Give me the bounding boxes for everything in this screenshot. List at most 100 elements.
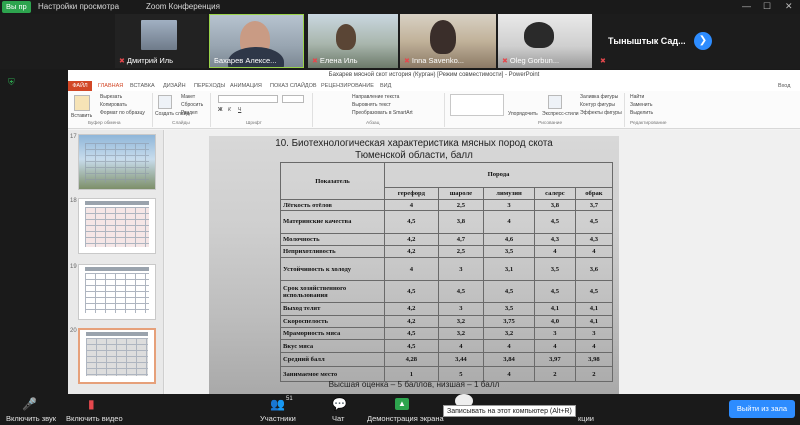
thumbnail-number: 18: [70, 198, 77, 204]
clipboard-group-label: Буфер обмена: [88, 121, 121, 126]
align-text-button[interactable]: Выровнять текст: [352, 102, 391, 108]
minimize-icon[interactable]: —: [742, 0, 751, 13]
cut-button[interactable]: Вырезать: [100, 94, 122, 100]
row-label: Устойчивость к холоду: [280, 257, 385, 281]
find-button[interactable]: Найти: [630, 94, 644, 100]
paste-button[interactable]: Вставить: [71, 113, 92, 119]
row-label: Молочность: [280, 232, 385, 247]
table-cell: 4: [483, 210, 535, 234]
section-button[interactable]: Раздел: [181, 110, 198, 116]
layout-button[interactable]: Макет: [181, 94, 195, 100]
participant-video: [524, 22, 554, 48]
shapes-gallery[interactable]: [450, 94, 504, 116]
quick-styles-icon[interactable]: [548, 95, 562, 109]
slide-thumbnail[interactable]: [78, 198, 156, 254]
maximize-icon[interactable]: ☐: [763, 0, 771, 13]
font-family-select[interactable]: [218, 95, 278, 103]
participant-strip: ✖ Дмитрий Иль Бахарев Алексе... ✖ Елена Ил…: [0, 14, 800, 69]
sharing-indicator[interactable]: Вы пр: [2, 1, 31, 13]
participant-tile[interactable]: Тыныштык Сад... ✖: [596, 14, 708, 68]
tab-insert[interactable]: ВСТАВКА: [130, 82, 155, 90]
tab-transitions[interactable]: ПЕРЕХОДЫ: [194, 82, 225, 90]
font-size-select[interactable]: [282, 95, 304, 103]
table-cell: 4: [384, 257, 439, 281]
underline-icon[interactable]: Ч: [238, 107, 241, 113]
start-video-button[interactable]: Включить видео: [66, 414, 123, 423]
table-body: Лёгкость отёлов 4 2,5 3 3,8 3,7 Материнские ка…: [280, 199, 614, 382]
leave-meeting-button[interactable]: Выйти из зала: [729, 400, 795, 418]
table-cell: 4,5: [384, 326, 439, 341]
text-direction-button[interactable]: Направление текста: [352, 94, 399, 100]
table-row: Устойчивость к холоду 4 3 3,1 3,5 3,6: [280, 257, 614, 281]
table-cell: 4,5: [574, 210, 614, 234]
table-cell: 4,1: [574, 302, 614, 316]
shape-outline-button[interactable]: Контур фигуры: [580, 102, 615, 108]
mic-muted-icon: ✖: [404, 58, 410, 65]
security-shield-icon[interactable]: ⛨: [8, 77, 15, 88]
slide-thumbnail[interactable]: [78, 134, 156, 190]
participant-tile[interactable]: ✖ Дмитрий Иль: [115, 14, 207, 68]
slide-thumbnail[interactable]: [78, 264, 156, 320]
participants-button[interactable]: Участники: [260, 414, 296, 423]
mic-muted-icon: ✖: [119, 58, 125, 65]
next-page-arrow-icon[interactable]: ❯: [694, 32, 712, 50]
table-cell: 4,5: [533, 210, 576, 234]
sign-in-link[interactable]: Вход: [778, 82, 790, 90]
smartart-button[interactable]: Преобразовать в SmartArt: [352, 110, 413, 116]
paste-icon[interactable]: [74, 95, 90, 111]
participant-video: [336, 24, 356, 50]
participant-tile[interactable]: ✖ Inna Savenko...: [400, 14, 496, 68]
participant-tile[interactable]: ✖ Oleg Gorbun...: [498, 14, 592, 68]
participants-icon[interactable]: 👥: [270, 397, 285, 411]
share-screen-icon[interactable]: ▲: [395, 398, 409, 410]
close-icon[interactable]: ✕: [785, 0, 793, 13]
shape-fill-button[interactable]: Заливка фигуры: [580, 94, 618, 100]
tab-design[interactable]: ДИЗАЙН: [163, 82, 186, 90]
tab-home[interactable]: ГЛАВНАЯ: [98, 82, 123, 90]
participant-tile-active-speaker[interactable]: Бахарев Алексе...: [209, 14, 304, 68]
microphone-muted-icon[interactable]: 🎤: [22, 397, 37, 411]
reset-button[interactable]: Сбросить: [181, 102, 203, 108]
table-cell: 4,5: [483, 279, 535, 304]
column-header-breed: Порода: [384, 162, 613, 188]
quick-styles-button[interactable]: Экспресс-стили: [542, 111, 579, 117]
chat-button[interactable]: Чат: [332, 414, 344, 423]
copy-button[interactable]: Копировать: [100, 102, 127, 108]
table-row: Молочность 4,2 4,7 4,6 4,3 4,3: [280, 232, 614, 247]
table-cell: 4: [533, 339, 576, 353]
tab-review[interactable]: РЕЦЕНЗИРОВАНИЕ: [321, 82, 374, 90]
video-off-icon[interactable]: ▮: [88, 397, 95, 411]
view-options-menu[interactable]: Настройки просмотра: [38, 2, 119, 12]
table-row: Материнские качества 4,5 3,8 4 4,5 4,5: [280, 210, 614, 234]
table-cell: 4: [483, 339, 535, 353]
table-cell: 3: [533, 326, 576, 341]
unmute-button[interactable]: Включить звук: [6, 414, 56, 423]
table-row: Скороспелость 4,2 3,2 3,75 4,0 4,1: [280, 314, 614, 329]
replace-button[interactable]: Заменить: [630, 102, 652, 108]
table-cell: 3: [437, 302, 485, 316]
table-cell: 4: [574, 245, 614, 259]
table-cell: 4: [384, 199, 439, 212]
zoom-top-bar: Вы пр Настройки просмотра Zoom Конференц…: [0, 0, 800, 14]
tab-file[interactable]: ФАЙЛ: [68, 81, 92, 91]
tab-animation[interactable]: АНИМАЦИЯ: [230, 82, 262, 90]
tab-slide-show[interactable]: ПОКАЗ СЛАЙДОВ: [270, 82, 317, 90]
slide-thumbnail-selected[interactable]: [78, 328, 156, 384]
bold-icon[interactable]: Ж: [218, 107, 223, 113]
format-painter-button[interactable]: Формат по образцу: [100, 110, 145, 116]
reactions-button[interactable]: кции: [578, 414, 594, 423]
table-cell: 3,5: [533, 257, 576, 281]
participant-name: Тыныштык Сад...: [608, 36, 686, 46]
chat-icon[interactable]: 💬: [332, 397, 347, 411]
italic-icon[interactable]: К: [228, 107, 231, 113]
shape-effects-button[interactable]: Эффекты фигуры: [580, 110, 622, 116]
select-button[interactable]: Выделить: [630, 110, 653, 116]
table-cell: 3,2: [437, 326, 485, 341]
participant-tile[interactable]: ✖ Елена Иль: [308, 14, 398, 68]
slide-canvas[interactable]: 10. Биотехнологическая характеристика мя…: [209, 136, 619, 394]
share-screen-button[interactable]: Демонстрация экрана: [367, 414, 444, 423]
arrange-button[interactable]: Упорядочить: [508, 111, 538, 117]
table-cell: 4,5: [574, 279, 614, 304]
tab-view[interactable]: ВИД: [380, 82, 391, 90]
new-slide-icon[interactable]: [158, 95, 172, 109]
